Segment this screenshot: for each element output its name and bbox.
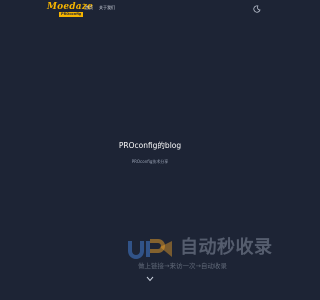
watermark-title: 自动秒收录 [180, 237, 273, 258]
jr-logo-icon [128, 239, 172, 259]
main-nav: 首页 关于我们 [85, 5, 115, 11]
logo-subtext: PROconfig [59, 12, 84, 17]
site-logo[interactable]: Moedaze PROconfig [47, 3, 93, 18]
top-navbar: Moedaze PROconfig 首页 关于我们 [0, 0, 300, 22]
scroll-down-button[interactable] [146, 276, 154, 282]
chevron-down-icon [146, 276, 154, 282]
hero-subtitle: PROconfig技术分享 [131, 159, 169, 164]
hero-title: PROconfig的blog [118, 141, 182, 150]
watermark-subtitle: 做上链接→来访一次→自动收录 [138, 262, 227, 270]
nav-item-about[interactable]: 关于我们 [99, 5, 115, 11]
watermark-banner: 自动秒收录 做上链接→来访一次→自动收录 [128, 234, 280, 274]
theme-toggle-button[interactable] [253, 5, 261, 13]
moon-icon [253, 5, 261, 13]
nav-item-home[interactable]: 首页 [85, 5, 93, 11]
